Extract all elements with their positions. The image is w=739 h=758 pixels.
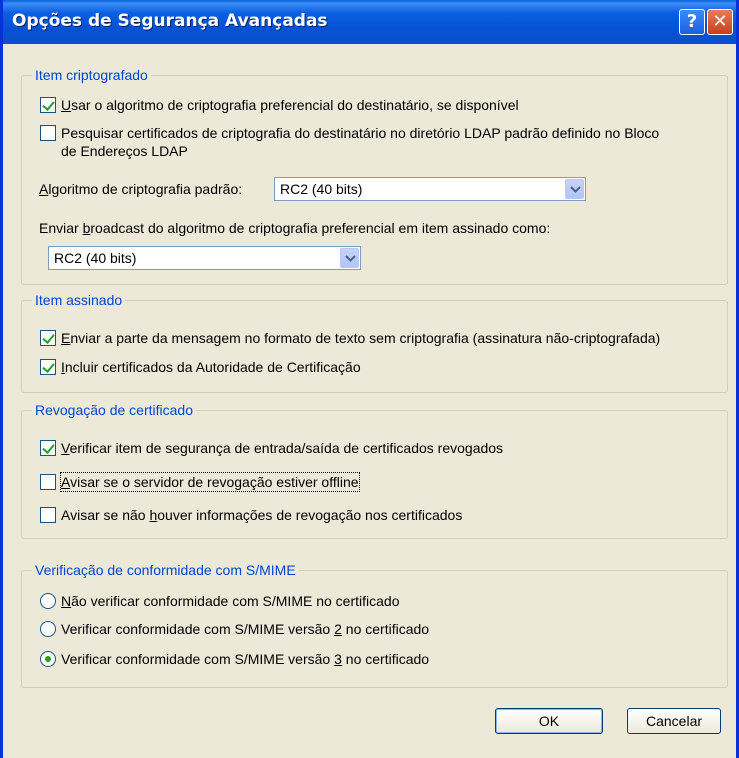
default-algo-select[interactable]: RC2 (40 bits) xyxy=(274,177,586,201)
broadcast-algo-value: RC2 (40 bits) xyxy=(54,250,137,266)
dialog-window: Opções de Segurança Avançadas ? ✕ Item c… xyxy=(0,0,739,758)
chevron-down-icon[interactable] xyxy=(565,179,584,199)
group-label-revocation: Revogação de certificado xyxy=(32,401,196,419)
cleartext-signature-label[interactable]: Enviar a parte da mensagem no formato de… xyxy=(61,329,660,347)
include-ca-checkbox[interactable] xyxy=(40,359,56,375)
warn-offline-label[interactable]: Avisar se o servidor de revogação estive… xyxy=(60,472,360,492)
chevron-down-icon[interactable] xyxy=(340,248,359,268)
close-icon: ✕ xyxy=(712,11,728,32)
smime-none-label[interactable]: Não verificar conformidade com S/MIME no… xyxy=(61,592,399,610)
smime-none-radio[interactable] xyxy=(40,593,56,609)
warn-no-info-label[interactable]: Avisar se não houver informações de revo… xyxy=(61,506,462,524)
cancel-button[interactable]: Cancelar xyxy=(627,708,721,734)
ldap-search-label-line2[interactable]: de Endereços LDAP xyxy=(61,142,188,160)
title-bar[interactable]: Opções de Segurança Avançadas ? ✕ xyxy=(3,0,736,44)
check-revoked-label[interactable]: Verificar item de segurança de entrada/s… xyxy=(61,439,503,457)
smime-v2-radio[interactable] xyxy=(40,621,56,637)
ok-button[interactable]: OK xyxy=(495,708,603,734)
broadcast-label: Enviar broadcast do algoritmo de criptog… xyxy=(39,220,551,236)
pref-algo-label[interactable]: Usar o algoritmo de criptografia prefere… xyxy=(61,96,519,114)
smime-v3-label[interactable]: Verificar conformidade com S/MIME versão… xyxy=(61,650,429,668)
warn-offline-checkbox[interactable] xyxy=(40,474,56,490)
help-button[interactable]: ? xyxy=(679,9,705,35)
pref-algo-checkbox[interactable] xyxy=(40,97,56,113)
group-label-encrypted: Item criptografado xyxy=(32,66,151,84)
group-label-signed: Item assinado xyxy=(32,291,126,309)
check-revoked-checkbox[interactable] xyxy=(40,440,56,456)
warn-no-info-checkbox[interactable] xyxy=(40,507,56,523)
smime-v2-label[interactable]: Verificar conformidade com S/MIME versão… xyxy=(61,620,429,638)
ldap-search-checkbox[interactable] xyxy=(40,125,56,141)
group-label-smime: Verificação de conformidade com S/MIME xyxy=(32,561,299,579)
default-algo-label: Algoritmo de criptografia padrão: xyxy=(39,181,243,197)
include-ca-label[interactable]: Incluir certificados da Autoridade de Ce… xyxy=(61,358,361,376)
close-button[interactable]: ✕ xyxy=(707,9,733,35)
broadcast-algo-select[interactable]: RC2 (40 bits) xyxy=(48,246,361,270)
ldap-search-label-line1[interactable]: Pesquisar certificados de criptografia d… xyxy=(61,124,659,142)
question-icon: ? xyxy=(686,11,698,32)
dialog-title: Opções de Segurança Avançadas xyxy=(12,11,328,31)
default-algo-value: RC2 (40 bits) xyxy=(280,181,363,197)
smime-v3-radio[interactable] xyxy=(40,651,56,667)
cleartext-signature-checkbox[interactable] xyxy=(40,330,56,346)
